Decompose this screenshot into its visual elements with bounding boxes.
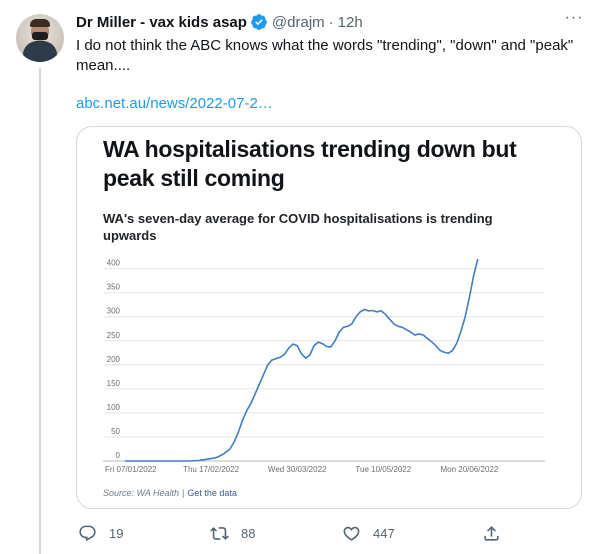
author-name[interactable]: Dr Miller - vax kids asap bbox=[76, 14, 247, 31]
like-icon bbox=[343, 526, 360, 541]
x-tick-label: Wed 30/03/2022 bbox=[268, 465, 327, 474]
x-tick-labels: Fri 07/01/2022 Thu 17/02/2022 Wed 30/03/20… bbox=[105, 465, 499, 474]
chart-source: Source: WA Health | Get the data bbox=[103, 488, 237, 498]
y-tick-labels: 0 50 100 150 200 250 300 350 400 bbox=[107, 259, 121, 460]
x-tick-label: Fri 07/01/2022 bbox=[105, 465, 157, 474]
x-tick-label: Tue 10/05/2022 bbox=[355, 465, 411, 474]
y-tick-label: 400 bbox=[107, 259, 121, 268]
get-data-link[interactable]: Get the data bbox=[187, 488, 237, 498]
y-tick-label: 250 bbox=[107, 331, 121, 340]
x-tick-label: Mon 20/06/2022 bbox=[440, 465, 498, 474]
verified-badge-icon bbox=[251, 14, 267, 30]
article-link[interactable]: abc.net.au/news/2022-07-2… bbox=[76, 95, 273, 112]
y-tick-label: 300 bbox=[107, 307, 121, 316]
y-tick-label: 350 bbox=[107, 283, 121, 292]
source-label: Source: WA Health bbox=[103, 488, 180, 498]
retweet-icon bbox=[210, 526, 229, 540]
source-separator: | bbox=[182, 488, 185, 498]
media-card[interactable]: WA hospitalisations trending down but pe… bbox=[76, 126, 582, 509]
y-tick-label: 100 bbox=[107, 403, 121, 412]
reply-button[interactable]: 19 bbox=[78, 522, 123, 544]
retweet-count: 88 bbox=[241, 525, 256, 541]
author-handle[interactable]: @drajm bbox=[272, 14, 325, 31]
grid-layer bbox=[103, 268, 545, 462]
reply-icon bbox=[79, 525, 96, 541]
line-chart: 0 50 100 150 200 250 300 350 400 Fri 07/01/2022 T… bbox=[103, 258, 545, 474]
more-options-icon[interactable]: ··· bbox=[562, 10, 586, 32]
share-icon bbox=[484, 525, 499, 541]
x-tick-label: Thu 17/02/2022 bbox=[183, 465, 240, 474]
y-tick-label: 200 bbox=[107, 355, 121, 364]
tweet-text: I do not think the ABC knows what the wo… bbox=[76, 37, 574, 74]
y-tick-label: 0 bbox=[116, 451, 121, 460]
tweet-header: Dr Miller - vax kids asap @drajm · 12h bbox=[76, 12, 363, 32]
y-tick-label: 50 bbox=[111, 427, 120, 436]
like-count: 447 bbox=[373, 525, 395, 541]
tweet-actions: 19 88 447 bbox=[76, 522, 506, 544]
like-button[interactable]: 447 bbox=[342, 522, 395, 544]
timestamp[interactable]: 12h bbox=[338, 14, 363, 31]
thread-connector-line bbox=[39, 68, 41, 554]
series-line-hospitalisations bbox=[125, 258, 479, 462]
avatar[interactable] bbox=[16, 14, 64, 62]
card-headline: WA hospitalisations trending down but pe… bbox=[103, 136, 517, 191]
reply-count: 19 bbox=[109, 525, 124, 541]
share-button[interactable] bbox=[482, 522, 513, 544]
retweet-button[interactable]: 88 bbox=[210, 522, 255, 544]
chart-title: WA's seven-day average for COVID hospita… bbox=[103, 211, 493, 243]
y-tick-label: 150 bbox=[107, 379, 121, 388]
separator-dot: · bbox=[328, 13, 334, 31]
